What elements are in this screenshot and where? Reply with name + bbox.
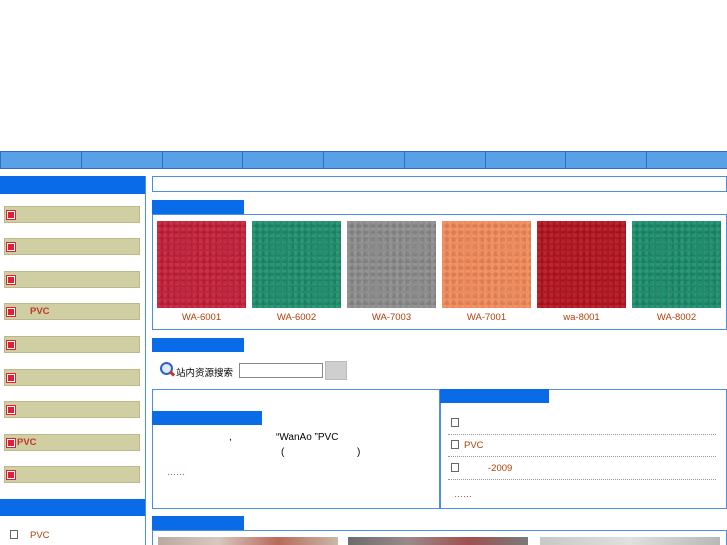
nav-item-2[interactable]: [82, 152, 163, 168]
sidebar-category-5[interactable]: [4, 336, 140, 353]
sidebar-category-1[interactable]: [4, 206, 140, 223]
product-swatch-4[interactable]: [442, 221, 531, 308]
product-swatch-3[interactable]: [347, 221, 436, 308]
news-item-text: -2009: [488, 463, 513, 474]
sidebar-category-8[interactable]: PVC: [4, 434, 140, 451]
document-icon: [451, 418, 459, 427]
search-section-tab: [152, 338, 244, 352]
document-icon: [451, 440, 459, 449]
product-swatch-6[interactable]: [632, 221, 721, 308]
sidebar-category-7[interactable]: [4, 401, 140, 418]
sidebar-category-label: PVC: [17, 437, 37, 448]
sidebar-category-header: [0, 176, 145, 194]
sidebar-category-4[interactable]: PVC: [4, 303, 140, 320]
search-label: 站内资源搜索: [176, 368, 234, 379]
nav-item-8[interactable]: [566, 152, 648, 168]
sidebar: PVC PVC PVC: [0, 176, 146, 545]
product-label-6[interactable]: WA-8002: [632, 312, 721, 323]
sidebar-category-3[interactable]: [4, 271, 140, 288]
header-banner: [0, 0, 727, 151]
products-section-tab: [152, 200, 244, 214]
product-swatch-2[interactable]: [252, 221, 341, 308]
news-more-link[interactable]: ……: [454, 489, 472, 499]
bullet-icon: [7, 276, 15, 284]
product-label-5[interactable]: wa-8001: [537, 312, 626, 323]
search-button[interactable]: [325, 361, 347, 380]
nav-item-6[interactable]: [405, 152, 486, 168]
sidebar-category-9[interactable]: [4, 466, 140, 483]
sidebar-category-2[interactable]: [4, 238, 140, 255]
about-comma: ,: [229, 432, 232, 443]
product-swatch-1[interactable]: [157, 221, 246, 308]
about-paren-close: ): [357, 447, 361, 458]
nav-item-5[interactable]: [324, 152, 405, 168]
nav-item-3[interactable]: [163, 152, 244, 168]
bullet-icon: [7, 211, 15, 219]
news-item-3[interactable]: -2009: [448, 460, 716, 480]
about-brand: “WanAo ”PVC: [276, 432, 339, 443]
news-section-tab: [440, 389, 549, 403]
about-section-tab: [152, 411, 262, 425]
news-item-2[interactable]: PVC: [448, 437, 716, 457]
gallery-photo-3[interactable]: [540, 537, 720, 545]
gallery-section-tab: [152, 516, 244, 530]
bullet-icon: [7, 471, 15, 479]
sidebar-bottom-label: PVC: [30, 530, 50, 541]
bullet-icon: [7, 439, 15, 447]
gallery-photo-1[interactable]: [158, 537, 338, 545]
product-label-2[interactable]: WA-6002: [252, 312, 341, 323]
bullet-icon: [7, 308, 15, 316]
product-label-4[interactable]: WA-7001: [442, 312, 531, 323]
document-icon: [451, 463, 459, 472]
bullet-icon: [7, 406, 15, 414]
news-item-text: PVC: [464, 440, 484, 451]
marquee-bar: [152, 176, 727, 192]
search-label-box: 站内资源搜索: [158, 360, 236, 382]
product-swatch-5[interactable]: [537, 221, 626, 308]
nav-item-7[interactable]: [486, 152, 567, 168]
bullet-icon: [7, 243, 15, 251]
product-label-3[interactable]: WA-7003: [347, 312, 436, 323]
bullet-icon: [7, 374, 15, 382]
gallery-photo-2[interactable]: [348, 537, 528, 545]
about-paren-open: (: [281, 447, 285, 458]
about-panel: [152, 389, 440, 509]
bullet-icon: [7, 341, 15, 349]
magnifier-handle: [168, 370, 176, 377]
document-icon: [10, 530, 18, 539]
search-input[interactable]: [239, 363, 323, 378]
sidebar-category-6[interactable]: [4, 369, 140, 386]
nav-item-4[interactable]: [243, 152, 325, 168]
sidebar-category-label: PVC: [30, 306, 50, 317]
main-nav: [0, 151, 727, 169]
sidebar-second-header: [0, 499, 145, 516]
nav-item-1[interactable]: [0, 152, 82, 168]
about-more-link[interactable]: ……: [167, 467, 185, 477]
product-label-1[interactable]: WA-6001: [157, 312, 246, 323]
nav-item-9[interactable]: [647, 152, 727, 168]
news-item-1[interactable]: [448, 415, 716, 435]
